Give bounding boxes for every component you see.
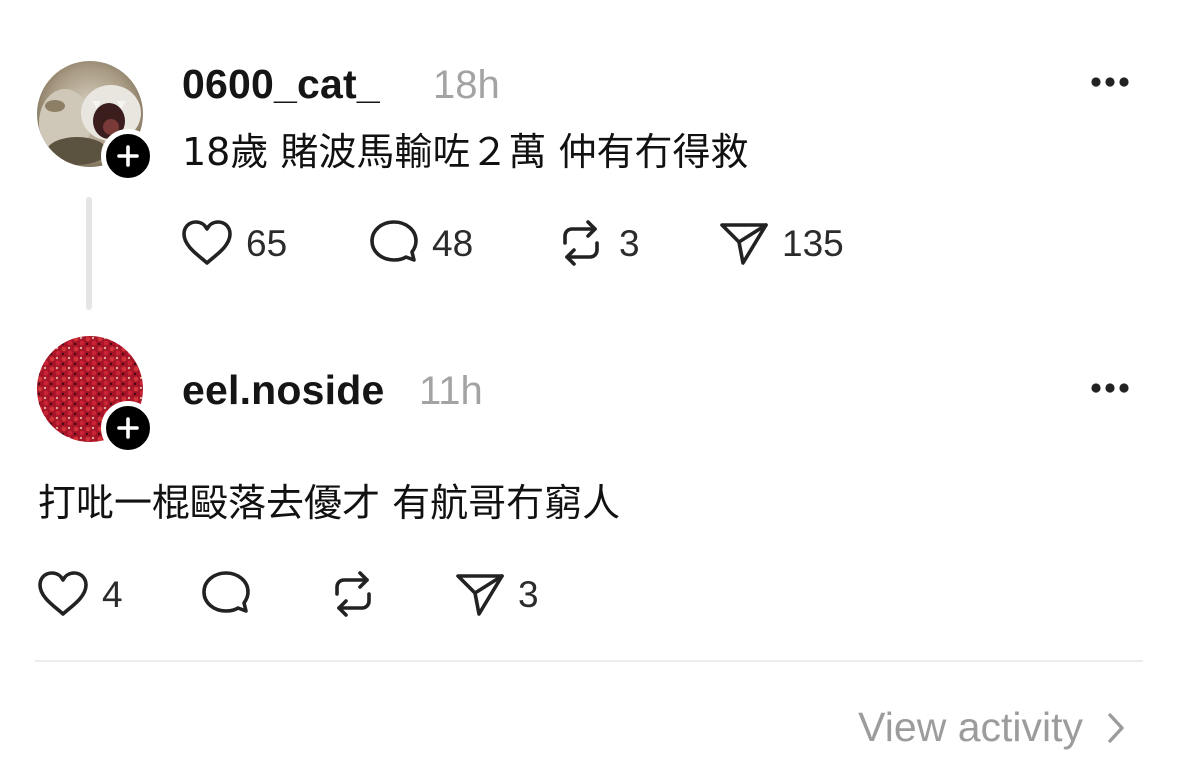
thread-line <box>86 197 92 310</box>
reply-button[interactable] <box>200 570 264 618</box>
follow-button[interactable] <box>101 129 155 183</box>
plus-icon <box>117 417 139 439</box>
username[interactable]: 0600_cat_ <box>182 64 380 105</box>
username[interactable]: eel.noside <box>182 370 385 411</box>
heart-icon <box>38 571 88 616</box>
timestamp: 11h <box>419 369 483 413</box>
like-count: 65 <box>246 222 288 264</box>
repost-arrows-icon <box>563 220 599 266</box>
view-activity-label: View activity <box>858 704 1083 750</box>
reply-count: 48 <box>432 222 474 264</box>
repost-button[interactable] <box>327 570 391 618</box>
like-count: 4 <box>102 573 123 615</box>
more-dots-icon[interactable] <box>1090 381 1130 395</box>
plus-icon <box>117 145 139 167</box>
repost-count: 3 <box>619 222 640 264</box>
timestamp: 18h <box>433 63 500 107</box>
reply-button[interactable]: 48 <box>368 219 473 267</box>
share-count: 135 <box>782 222 844 264</box>
comment-bubble-icon <box>202 571 250 613</box>
repost-arrows-icon <box>335 571 371 617</box>
repost-button[interactable]: 3 <box>555 219 640 267</box>
share-button[interactable]: 3 <box>454 570 539 618</box>
send-paper-plane-icon <box>456 574 504 616</box>
divider <box>35 660 1143 662</box>
share-button[interactable]: 135 <box>718 219 844 267</box>
post-text: 18歲 賭波馬輸咗２萬 仲有冇得救 <box>182 130 749 174</box>
send-paper-plane-icon <box>720 223 768 265</box>
heart-icon <box>182 220 232 265</box>
comment-bubble-icon <box>370 220 418 262</box>
view-activity-link[interactable]: View activity <box>858 704 1127 751</box>
share-count: 3 <box>518 573 539 615</box>
post-text: 打吡一棍毆落去優才 有航哥冇窮人 <box>38 481 621 525</box>
more-dots-icon[interactable] <box>1090 75 1130 89</box>
like-button[interactable]: 65 <box>180 219 287 267</box>
like-button[interactable]: 4 <box>36 570 123 618</box>
chevron-right-icon <box>1108 712 1124 743</box>
follow-button[interactable] <box>101 401 155 455</box>
